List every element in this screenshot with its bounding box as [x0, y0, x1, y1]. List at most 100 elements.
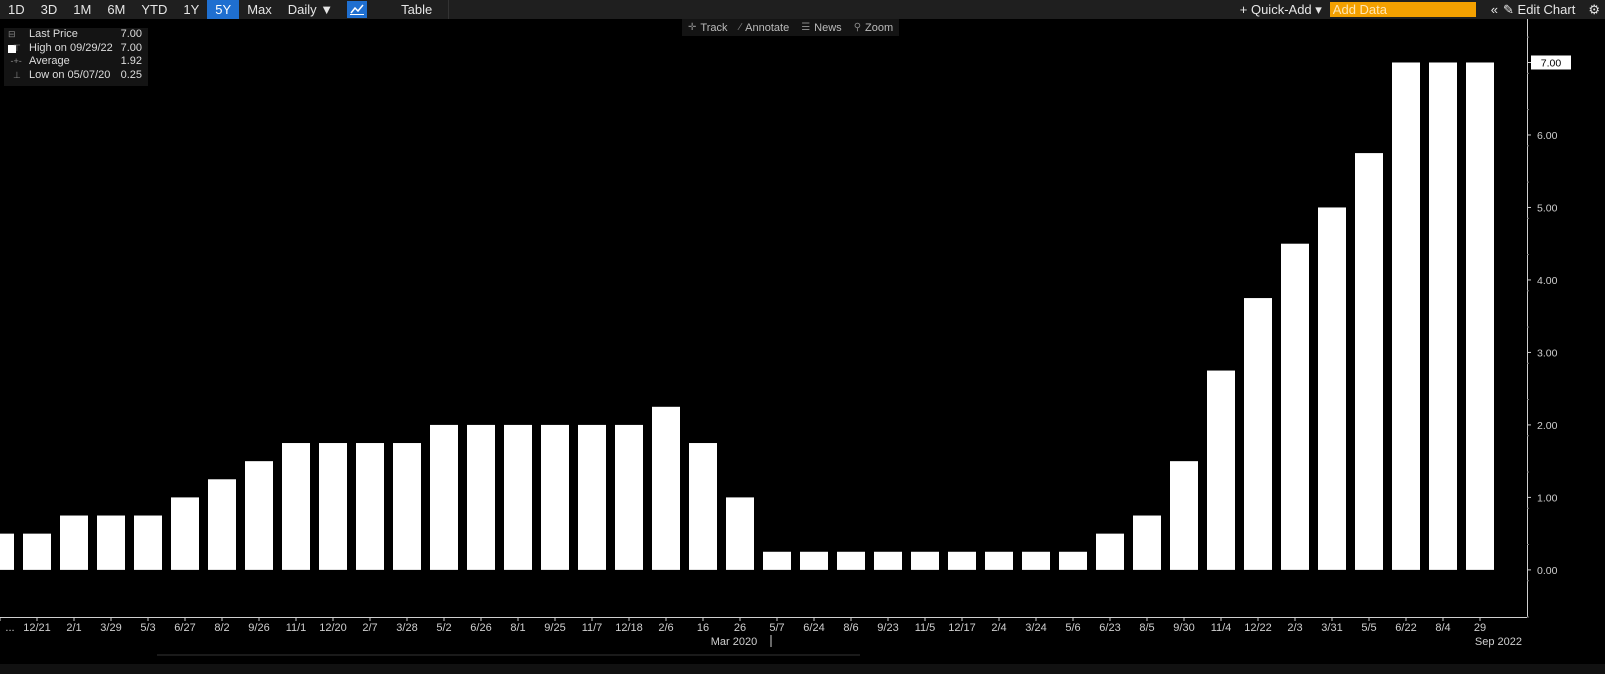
bar	[97, 515, 125, 570]
scroll-strip[interactable]	[0, 664, 1605, 674]
bar	[1318, 207, 1346, 570]
x-tick-label: 5/2	[436, 622, 451, 634]
bar	[689, 443, 717, 570]
range-6m-button[interactable]: 6M	[99, 0, 133, 19]
y-tick-label: 2.00	[1537, 420, 1558, 432]
bar	[1281, 243, 1309, 570]
chart-legend: ⊟ Last Price 7.00 ⊤ High on 09/29/22 7.0…	[4, 28, 148, 86]
range-ytd-button[interactable]: YTD	[133, 0, 175, 19]
range-1y-button[interactable]: 1Y	[175, 0, 207, 19]
bar	[615, 424, 643, 570]
bar	[134, 515, 162, 570]
x-tick-label: 12/20	[319, 622, 347, 634]
x-tick-label: 11/5	[915, 622, 936, 634]
bar	[504, 424, 532, 570]
range-3d-button[interactable]: 3D	[33, 0, 66, 19]
x-tick-label: 3/28	[396, 622, 417, 634]
bar	[911, 551, 939, 570]
x-tick-label: 3/31	[1321, 622, 1342, 634]
bar	[1392, 62, 1420, 570]
x-tick-label: 5/7	[769, 622, 784, 634]
average-marker-icon: -+-	[8, 56, 22, 66]
range-5y-button[interactable]: 5Y	[207, 0, 240, 19]
x-tick-label: 8/4	[1435, 622, 1450, 634]
bar	[1466, 62, 1494, 570]
bar	[245, 461, 273, 570]
x-tick-label: 8/5	[1139, 622, 1154, 634]
bar	[1244, 298, 1272, 570]
bar	[726, 497, 754, 570]
bar	[948, 551, 976, 570]
add-data-input[interactable]	[1329, 2, 1476, 17]
last-value-label: 7.00	[1541, 57, 1562, 69]
bar	[1059, 551, 1087, 570]
line-chart-icon[interactable]	[347, 1, 368, 18]
chart-toolbar: 1D 3D 1M 6M YTD 1Y 5Y Max Daily ▼ Table …	[0, 0, 1605, 19]
legend-last-price: ⊟ Last Price 7.00	[4, 28, 148, 53]
high-marker-icon: ⊤	[8, 42, 21, 53]
x-tick-label: 11/1	[286, 622, 307, 634]
y-tick-label: 1.00	[1537, 492, 1558, 504]
gear-icon[interactable]: ⚙	[1583, 2, 1605, 18]
bar	[208, 479, 236, 570]
x-tick-label: 8/1	[510, 622, 525, 634]
bar-chart: 0.00 1.00 2.00 3.00 4.00 5.00 6.00 7.00... 12/21…	[0, 19, 1571, 656]
x-tick-label: 3/24	[1025, 622, 1046, 634]
bar	[652, 406, 680, 570]
bar	[467, 424, 495, 570]
bar	[60, 515, 88, 570]
x-tick-label: 2/7	[362, 622, 377, 634]
quick-add-button[interactable]: + Quick-Add ▾	[1240, 2, 1330, 18]
x-tick-label: 5/3	[140, 622, 155, 634]
table-button[interactable]: Table	[373, 0, 450, 19]
x-tick-label: 12/17	[948, 622, 976, 634]
x-tick-label: 6/24	[803, 622, 824, 634]
secondary-label: Sep 2022	[1475, 636, 1522, 648]
y-tick-label: 3.00	[1537, 347, 1558, 359]
x-tick-label: 9/25	[544, 622, 565, 634]
edit-chart-button[interactable]: ✎ Edit Chart	[1503, 2, 1583, 18]
x-tick-label: 8/2	[214, 622, 229, 634]
x-tick-label: 26	[734, 622, 746, 634]
low-marker-icon: ⊥	[8, 69, 21, 80]
bar	[1096, 533, 1124, 570]
double-chevron-left-icon[interactable]: «	[1486, 2, 1503, 17]
x-tick-label: 2/1	[66, 622, 81, 634]
x-tick-label: 2/6	[658, 622, 673, 634]
range-1d-button[interactable]: 1D	[0, 0, 33, 19]
legend-average: -+- Average 1.92	[8, 55, 143, 67]
bar	[356, 443, 384, 570]
bar	[985, 551, 1013, 570]
bar	[1170, 461, 1198, 570]
x-tick-label: 9/30	[1173, 622, 1194, 634]
x-tick-label: 8/6	[843, 622, 858, 634]
x-tick-label: 16	[697, 622, 709, 634]
x-tick-label: 5/5	[1361, 622, 1376, 634]
x-tick-label: 29	[1474, 622, 1486, 634]
x-tick-label: 12/22	[1244, 622, 1272, 634]
legend-high: ⊤ High on 09/29/22 7.00	[8, 41, 142, 54]
frequency-dropdown[interactable]: Daily ▼	[280, 0, 341, 19]
bar	[763, 551, 791, 570]
x-tick-label: 2/4	[991, 622, 1006, 634]
secondary-label: Mar 2020	[711, 636, 757, 648]
y-tick-label: 5.00	[1537, 202, 1558, 214]
bar	[1429, 62, 1457, 570]
x-tick-label: 6/27	[174, 622, 195, 634]
toolbar-right: + Quick-Add ▾ « ✎ Edit Chart ⚙	[1240, 0, 1605, 19]
bar	[578, 424, 606, 570]
bar	[1355, 153, 1383, 570]
bar	[874, 551, 902, 570]
bar	[1133, 515, 1161, 570]
range-1m-button[interactable]: 1M	[65, 0, 99, 19]
bar	[319, 443, 347, 570]
x-tick-label: 11/4	[1211, 622, 1232, 634]
x-tick-label: 12/21	[23, 622, 51, 634]
bar	[282, 443, 310, 570]
range-max-button[interactable]: Max	[239, 0, 280, 19]
bar	[800, 551, 828, 570]
y-tick-label: 0.00	[1537, 565, 1558, 577]
x-tick-label: 5/6	[1065, 622, 1080, 634]
bar	[393, 443, 421, 570]
x-tick-label: 9/26	[248, 622, 269, 634]
